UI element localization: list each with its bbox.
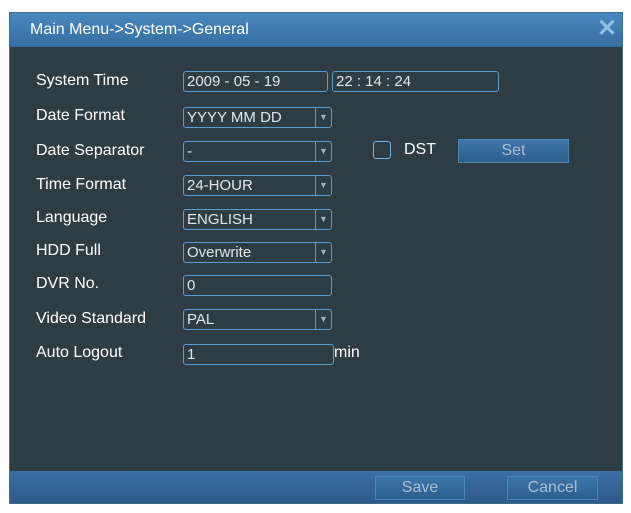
title-bar: Main Menu->System->General ✕ [10,13,622,47]
general-settings-window: Main Menu->System->General ✕ System Time… [9,12,623,504]
save-button[interactable]: Save [375,476,465,500]
bottom-bar: Save Cancel [10,471,622,503]
hdd-full-label: HDD Full [36,242,101,259]
language-value: ENGLISH [187,211,253,228]
hdd-full-select[interactable]: Overwrite ▼ [183,242,332,263]
time-format-select[interactable]: 24-HOUR ▼ [183,175,332,196]
chevron-down-icon[interactable]: ▼ [315,210,331,229]
chevron-down-icon[interactable]: ▼ [315,108,331,127]
date-format-label: Date Format [36,107,125,124]
video-standard-value: PAL [187,311,215,328]
cancel-button[interactable]: Cancel [507,476,598,500]
video-standard-label: Video Standard [36,310,147,327]
video-standard-select[interactable]: PAL ▼ [183,309,332,330]
date-separator-select[interactable]: - ▼ [183,141,332,162]
date-separator-label: Date Separator [36,142,145,159]
dst-checkbox[interactable] [373,141,391,159]
system-date-field[interactable]: 2009 - 05 - 19 [183,71,328,92]
auto-logout-field[interactable]: 1 [183,344,334,365]
dst-label: DST [404,141,436,158]
hdd-full-value: Overwrite [187,244,252,261]
chevron-down-icon[interactable]: ▼ [315,176,331,195]
system-time-label: System Time [36,72,129,89]
system-time-field[interactable]: 22 : 14 : 24 [332,71,499,92]
dst-set-button[interactable]: Set [458,139,569,163]
time-format-label: Time Format [36,176,127,193]
chevron-down-icon[interactable]: ▼ [315,142,331,161]
auto-logout-unit: min [334,344,360,361]
chevron-down-icon[interactable]: ▼ [315,243,331,262]
close-icon[interactable]: ✕ [596,17,618,41]
language-label: Language [36,209,108,226]
date-format-select[interactable]: YYYY MM DD ▼ [183,107,332,128]
auto-logout-label: Auto Logout [36,344,123,361]
date-format-value: YYYY MM DD [187,109,282,126]
window-title: Main Menu->System->General [30,21,249,38]
time-format-value: 24-HOUR [187,177,253,194]
chevron-down-icon[interactable]: ▼ [315,310,331,329]
dvr-no-field[interactable]: 0 [183,275,332,296]
language-select[interactable]: ENGLISH ▼ [183,209,332,230]
dvr-no-label: DVR No. [36,275,100,292]
date-separator-value: - [187,143,192,160]
